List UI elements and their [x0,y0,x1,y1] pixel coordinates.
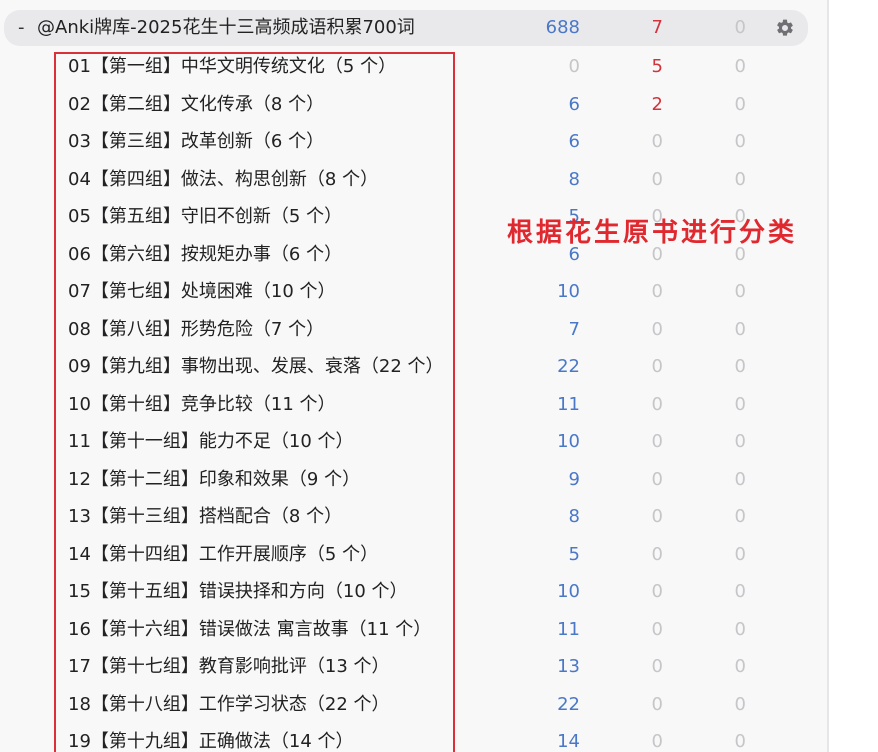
new-count: 0 [568,56,580,77]
subdeck-row[interactable]: 14【第十四组】工作开展顺序（5 个） 5 0 0 [0,537,820,573]
due-count: 0 [734,581,746,602]
new-count: 11 [557,393,580,415]
due-count: 0 [734,17,746,38]
learn-count: 0 [651,468,663,490]
new-count: 11 [557,618,580,640]
subdeck-name-link[interactable]: 16【第十六组】错误做法 寓言故事（11 个） [68,612,431,648]
due-count: 0 [734,131,746,152]
new-count: 6 [568,131,580,152]
subdeck-name-link[interactable]: 14【第十四组】工作开展顺序（5 个） [68,537,378,573]
annotation-text: 根据花生原书进行分类 [507,218,798,248]
due-count: 0 [734,393,746,415]
subdeck-row[interactable]: 07【第七组】处境困难（10 个） 10 0 0 [0,274,820,310]
right-margin [829,0,878,752]
new-count: 8 [568,168,580,190]
learn-count: 5 [651,56,663,77]
new-count: 10 [557,581,580,602]
subdeck-row[interactable]: 16【第十六组】错误做法 寓言故事（11 个） 11 0 0 [0,612,820,648]
subdeck-row[interactable]: 17【第十七组】教育影响批评（13 个） 13 0 0 [0,649,820,685]
subdeck-row[interactable]: 01【第一组】中华文明传统文化（5 个） 0 5 0 [0,49,820,85]
due-count: 0 [734,356,746,377]
learn-count: 7 [651,17,663,38]
subdeck-name-link[interactable]: 13【第十三组】搭档配合（8 个） [68,499,342,535]
learn-count: 0 [651,393,663,415]
new-count: 10 [557,281,580,302]
new-count: 6 [568,93,580,115]
subdeck-name-link[interactable]: 19【第十九组】正确做法（14 个） [68,724,354,752]
subdeck-row[interactable]: 12【第十二组】印象和效果（9 个） 9 0 0 [0,462,820,498]
due-count: 0 [734,468,746,490]
due-count: 0 [734,543,746,565]
learn-count: 0 [651,506,663,527]
learn-count: 0 [651,618,663,640]
new-count: 9 [568,468,580,490]
learn-count: 0 [651,543,663,565]
subdeck-row[interactable]: 19【第十九组】正确做法（14 个） 14 0 0 [0,724,820,752]
due-count: 0 [734,506,746,527]
due-count: 0 [734,618,746,640]
due-count: 0 [734,656,746,677]
subdeck-row[interactable]: 09【第九组】事物出现、发展、衰落（22 个） 22 0 0 [0,349,820,385]
learn-count: 0 [651,131,663,152]
subdeck-row[interactable]: 15【第十五组】错误抉择和方向（10 个） 10 0 0 [0,574,820,610]
subdeck-name-link[interactable]: 08【第八组】形势危险（7 个） [68,312,324,348]
new-count: 688 [545,17,580,38]
learn-count: 0 [651,318,663,340]
new-count: 22 [557,356,580,377]
subdeck-name-link[interactable]: 05【第五组】守旧不创新（5 个） [68,199,342,235]
parent-deck-row[interactable]: - @Anki牌库-2025花生十三高频成语积累700词 688 7 0 [4,10,808,46]
new-count: 5 [568,543,580,565]
new-count: 13 [557,656,580,677]
subdeck-row[interactable]: 02【第二组】文化传承（8 个） 6 2 0 [0,87,820,123]
subdeck-name-link[interactable]: 09【第九组】事物出现、发展、衰落（22 个） [68,349,444,385]
subdeck-name-link[interactable]: 06【第六组】按规矩办事（6 个） [68,237,342,273]
subdeck-name-link[interactable]: 01【第一组】中华文明传统文化（5 个） [68,49,396,85]
due-count: 0 [734,318,746,340]
subdeck-name-link[interactable]: 10【第十组】竞争比较（11 个） [68,387,336,423]
due-count: 0 [734,693,746,715]
new-count: 7 [568,318,580,340]
learn-count: 2 [651,93,663,115]
subdeck-name-link[interactable]: 15【第十五组】错误抉择和方向（10 个） [68,574,408,610]
learn-count: 0 [651,581,663,602]
subdeck-name-link[interactable]: 02【第二组】文化传承（8 个） [68,87,324,123]
subdeck-name-link[interactable]: 03【第三组】改革创新（6 个） [68,124,324,160]
new-count: 8 [568,506,580,527]
subdeck-name-link[interactable]: 18【第十八组】工作学习状态（22 个） [68,687,390,723]
learn-count: 0 [651,693,663,715]
subdeck-name-link[interactable]: 11【第十一组】能力不足（10 个） [68,424,354,460]
learn-count: 0 [651,431,663,452]
subdeck-name-link[interactable]: 04【第四组】做法、构思创新（8 个） [68,162,378,198]
learn-count: 0 [651,168,663,190]
subdeck-row[interactable]: 04【第四组】做法、构思创新（8 个） 8 0 0 [0,162,820,198]
learn-count: 0 [651,281,663,302]
new-count: 22 [557,693,580,715]
collapse-toggle[interactable]: - [18,10,25,46]
deck-list-panel: - @Anki牌库-2025花生十三高频成语积累700词 688 7 0 01【… [0,0,827,752]
due-count: 0 [734,56,746,77]
subdeck-name-link[interactable]: 07【第七组】处境困难（10 个） [68,274,336,310]
subdeck-row[interactable]: 08【第八组】形势危险（7 个） 7 0 0 [0,312,820,348]
new-count: 14 [557,731,580,752]
subdeck-name-link[interactable]: 12【第十二组】印象和效果（9 个） [68,462,360,498]
subdeck-row[interactable]: 03【第三组】改革创新（6 个） 6 0 0 [0,124,820,160]
due-count: 0 [734,168,746,190]
gear-icon[interactable] [775,18,795,38]
due-count: 0 [734,431,746,452]
due-count: 0 [734,281,746,302]
subdeck-row[interactable]: 10【第十组】竞争比较（11 个） 11 0 0 [0,387,820,423]
subdeck-row[interactable]: 13【第十三组】搭档配合（8 个） 8 0 0 [0,499,820,535]
learn-count: 0 [651,656,663,677]
subdeck-row[interactable]: 18【第十八组】工作学习状态（22 个） 22 0 0 [0,687,820,723]
subdeck-row[interactable]: 11【第十一组】能力不足（10 个） 10 0 0 [0,424,820,460]
anki-deck-browser: - @Anki牌库-2025花生十三高频成语积累700词 688 7 0 01【… [0,0,878,752]
new-count: 10 [557,431,580,452]
learn-count: 0 [651,731,663,752]
deck-name-link[interactable]: @Anki牌库-2025花生十三高频成语积累700词 [37,10,415,46]
learn-count: 0 [651,356,663,377]
due-count: 0 [734,93,746,115]
subdeck-name-link[interactable]: 17【第十七组】教育影响批评（13 个） [68,649,390,685]
due-count: 0 [734,731,746,752]
